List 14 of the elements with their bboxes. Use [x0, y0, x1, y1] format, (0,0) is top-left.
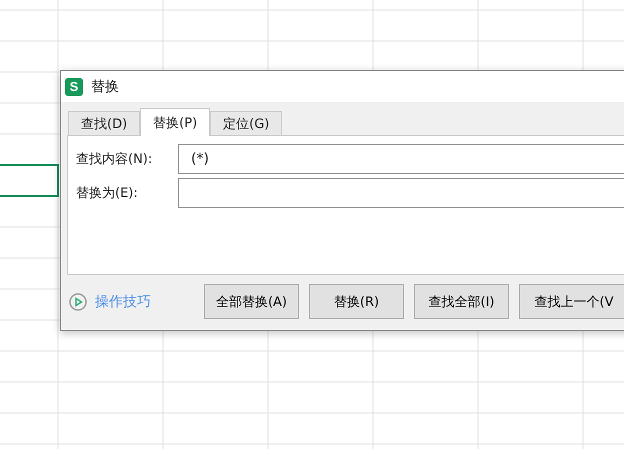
tab[interactable]: 定位(G) [210, 111, 282, 135]
field-label: 查找内容(N): [75, 151, 154, 168]
dialog-button[interactable]: 查找全部(I) [414, 284, 509, 319]
tab[interactable]: 查找(D) [68, 111, 140, 135]
play-icon [69, 292, 87, 310]
tab[interactable]: 替换(P) [140, 108, 210, 136]
input-field[interactable]: (*) [178, 144, 624, 174]
field-label: 替换为(E): [75, 185, 139, 202]
dialog-button[interactable]: 全部替换(A) [204, 284, 299, 319]
dialog-button[interactable]: 查找上一个(V [519, 284, 624, 319]
input-field[interactable] [178, 178, 624, 208]
window-title: 替换 [91, 78, 119, 96]
dialog-button[interactable]: 替换(R) [309, 284, 404, 319]
app-logo-icon: S [65, 78, 83, 96]
